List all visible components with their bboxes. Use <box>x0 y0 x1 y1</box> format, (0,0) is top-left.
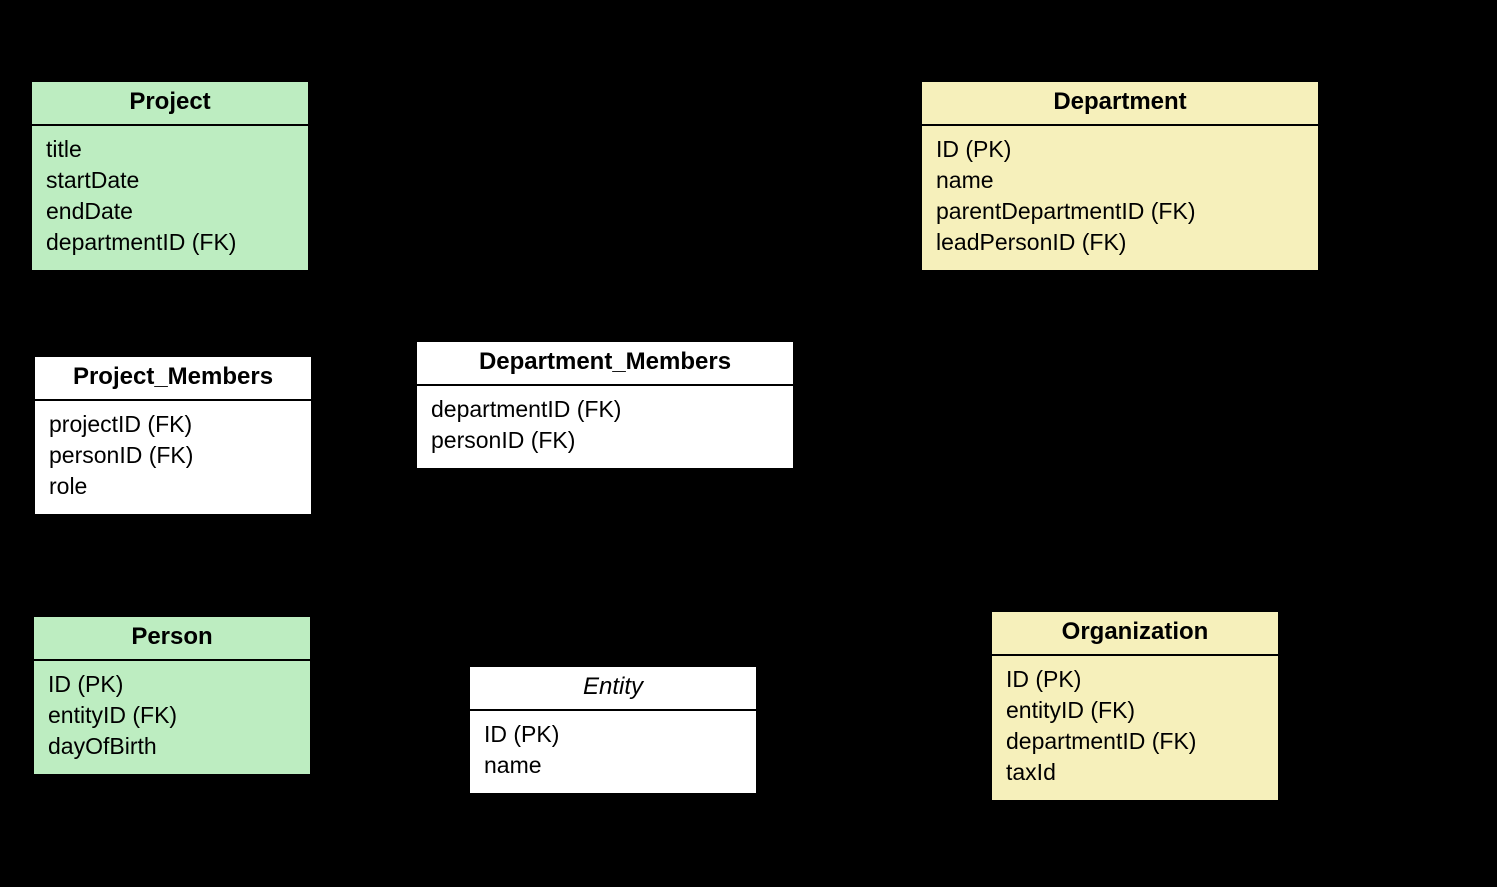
entity-attributes: title startDate endDate departmentID (FK… <box>32 126 308 270</box>
attr: personID (FK) <box>431 425 779 456</box>
attr: projectID (FK) <box>49 409 297 440</box>
attr: ID (PK) <box>48 669 296 700</box>
attr: taxId <box>1006 757 1264 788</box>
entity-title: Project_Members <box>35 357 311 401</box>
attr: departmentID (FK) <box>46 227 294 258</box>
er-diagram-canvas: Project title startDate endDate departme… <box>0 0 1497 887</box>
attr: personID (FK) <box>49 440 297 471</box>
entity-person: Person ID (PK) entityID (FK) dayOfBirth <box>32 615 312 776</box>
attr: leadPersonID (FK) <box>936 227 1304 258</box>
entity-entity: Entity ID (PK) name <box>468 665 758 795</box>
entity-title: Organization <box>992 612 1278 656</box>
attr: role <box>49 471 297 502</box>
entity-attributes: departmentID (FK) personID (FK) <box>417 386 793 468</box>
attr: entityID (FK) <box>48 700 296 731</box>
attr: name <box>936 165 1304 196</box>
attr: title <box>46 134 294 165</box>
attr: entityID (FK) <box>1006 695 1264 726</box>
entity-department: Department ID (PK) name parentDepartment… <box>920 80 1320 272</box>
entity-title: Department_Members <box>417 342 793 386</box>
entity-title: Department <box>922 82 1318 126</box>
entity-project: Project title startDate endDate departme… <box>30 80 310 272</box>
entity-attributes: ID (PK) name parentDepartmentID (FK) lea… <box>922 126 1318 270</box>
attr: ID (PK) <box>1006 664 1264 695</box>
attr: dayOfBirth <box>48 731 296 762</box>
entity-project-members: Project_Members projectID (FK) personID … <box>33 355 313 516</box>
entity-title: Entity <box>470 667 756 711</box>
attr: departmentID (FK) <box>431 394 779 425</box>
entity-organization: Organization ID (PK) entityID (FK) depar… <box>990 610 1280 802</box>
attr: endDate <box>46 196 294 227</box>
attr: departmentID (FK) <box>1006 726 1264 757</box>
attr: ID (PK) <box>484 719 742 750</box>
attr: startDate <box>46 165 294 196</box>
attr: parentDepartmentID (FK) <box>936 196 1304 227</box>
entity-department-members: Department_Members departmentID (FK) per… <box>415 340 795 470</box>
entity-title: Person <box>34 617 310 661</box>
entity-attributes: ID (PK) entityID (FK) dayOfBirth <box>34 661 310 774</box>
attr: name <box>484 750 742 781</box>
entity-attributes: projectID (FK) personID (FK) role <box>35 401 311 514</box>
attr: ID (PK) <box>936 134 1304 165</box>
entity-title: Project <box>32 82 308 126</box>
entity-attributes: ID (PK) name <box>470 711 756 793</box>
entity-attributes: ID (PK) entityID (FK) departmentID (FK) … <box>992 656 1278 800</box>
